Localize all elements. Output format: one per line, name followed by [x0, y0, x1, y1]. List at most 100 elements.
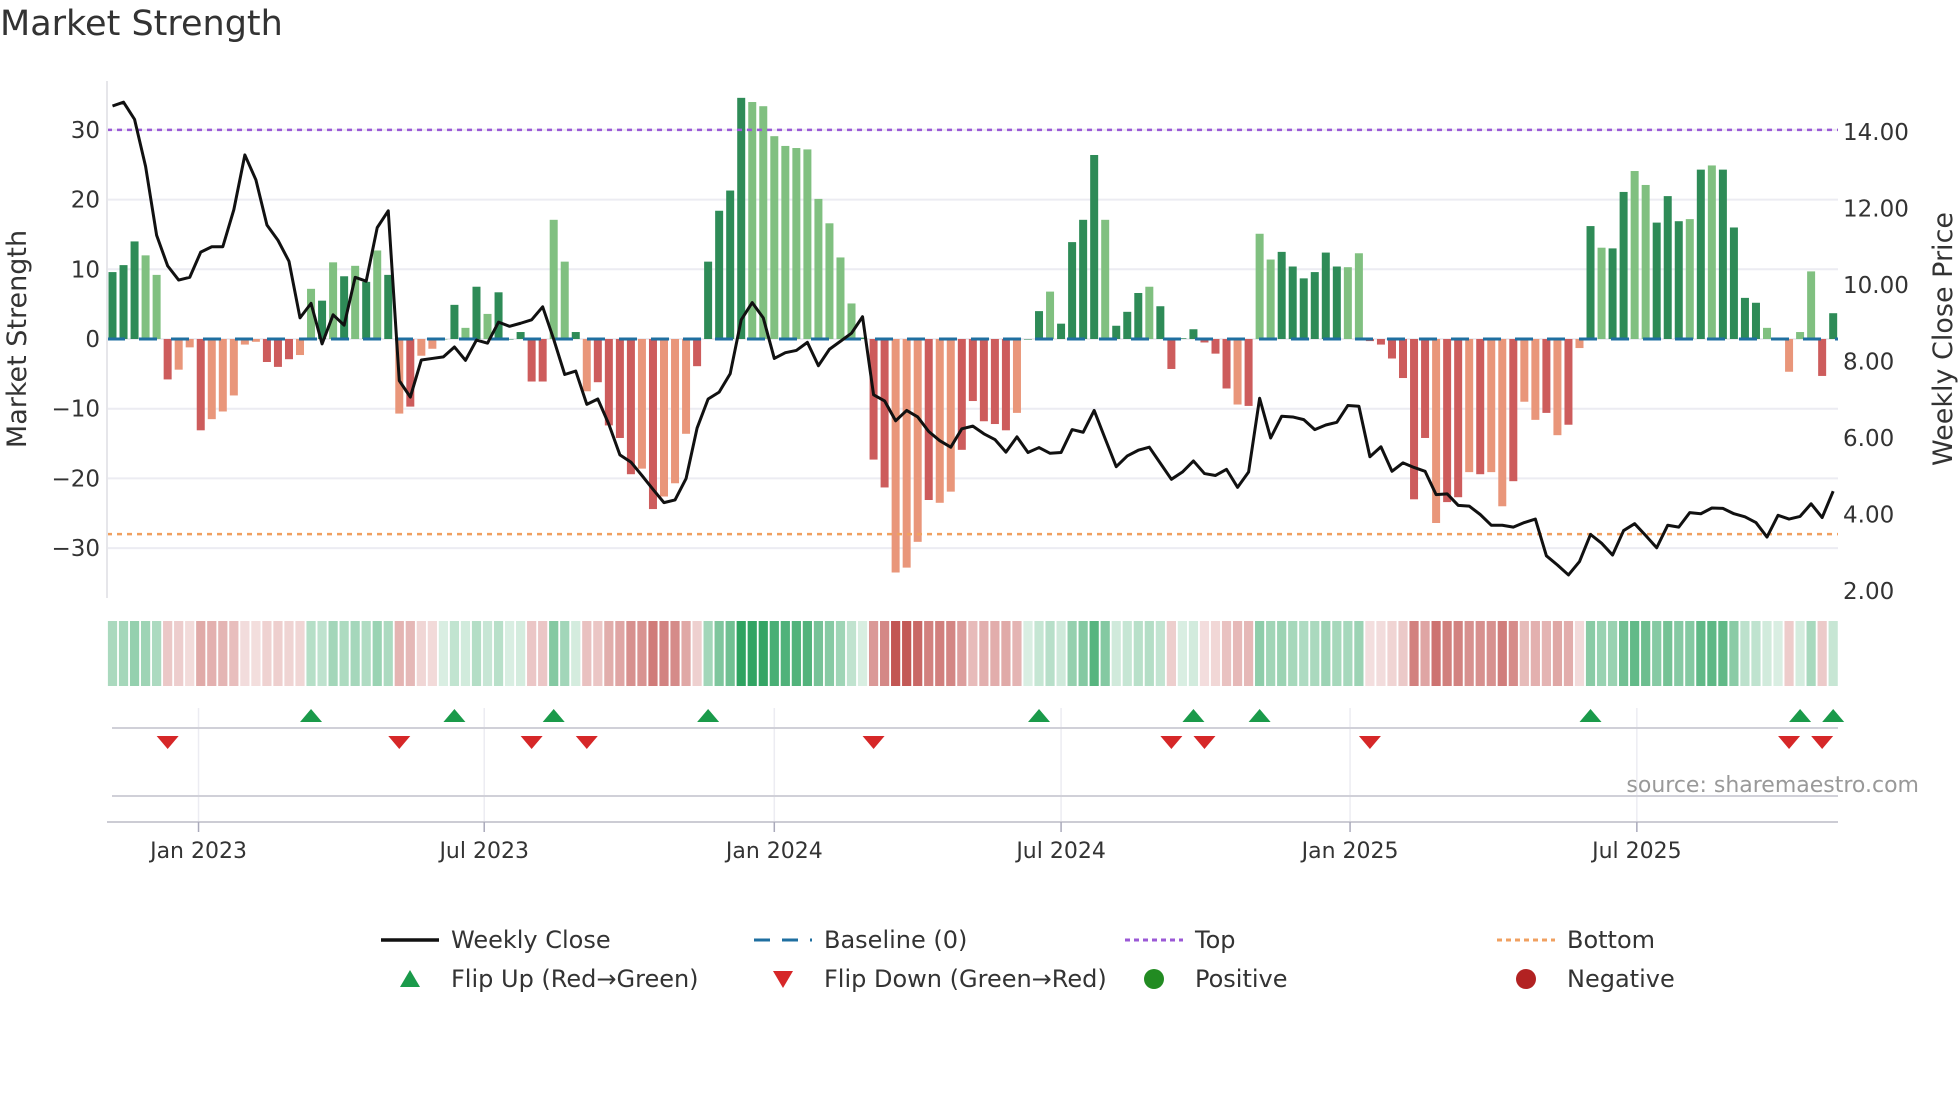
strength-bar	[781, 145, 790, 339]
strength-bar	[1211, 339, 1220, 354]
strength-bar	[737, 97, 746, 339]
legend-label: Baseline (0)	[824, 926, 967, 954]
heat-cell	[493, 621, 504, 686]
y2-tick-label: 14.00	[1843, 120, 1909, 146]
strength-bar	[880, 339, 889, 488]
heat-cell	[593, 621, 603, 686]
strength-bar	[682, 339, 691, 434]
strength-bar	[1630, 171, 1639, 339]
strength-bar	[1619, 191, 1628, 339]
strength-bar	[384, 274, 393, 339]
strength-bar	[1763, 327, 1771, 339]
strength-bar	[141, 255, 150, 339]
strength-bar	[593, 339, 602, 383]
heat-cell	[1431, 621, 1441, 686]
heat-cell	[1232, 621, 1243, 686]
strength-bar	[626, 339, 635, 475]
heat-cell	[846, 621, 857, 686]
heat-cell	[107, 621, 118, 686]
strength-bar	[1023, 339, 1032, 340]
heat-cell	[460, 621, 471, 686]
strength-bar	[946, 339, 955, 492]
x-tick-label: Jul 2023	[437, 839, 529, 864]
heat-cell	[1729, 621, 1739, 686]
heat-cell	[1321, 621, 1331, 686]
heat-cell	[824, 621, 835, 686]
legend-label: Positive	[1195, 965, 1288, 993]
strength-bar	[1123, 311, 1132, 339]
heat-cell	[769, 621, 779, 686]
strength-bar	[174, 339, 183, 370]
heat-cell	[174, 621, 184, 686]
heat-cell	[129, 621, 140, 686]
heat-cell	[372, 621, 382, 686]
strength-bar	[1663, 196, 1672, 339]
strength-bar	[671, 339, 680, 484]
heat-cell	[262, 621, 272, 686]
heat-cell	[1497, 621, 1507, 686]
heat-cell	[1619, 621, 1629, 686]
strength-bar	[1520, 339, 1529, 402]
heat-cell	[1288, 621, 1298, 686]
strength-bar	[1090, 154, 1099, 339]
strength-bar	[1343, 267, 1352, 339]
strength-bar	[273, 339, 282, 367]
strength-bar	[803, 149, 812, 339]
heat-cell	[670, 621, 680, 686]
strength-bar	[1046, 291, 1055, 339]
strength-bar	[527, 339, 536, 382]
heat-cell	[582, 621, 592, 686]
heat-cell	[449, 621, 460, 686]
strength-bar	[990, 339, 999, 425]
flip-down-marker	[575, 736, 598, 749]
heat-cell	[1332, 621, 1342, 686]
strength-bar	[1553, 339, 1562, 436]
heat-cell	[504, 621, 515, 686]
strength-bar	[770, 136, 779, 339]
legend-item: Bottom	[1497, 926, 1655, 954]
heat-cell	[571, 621, 581, 686]
strength-bar	[1829, 313, 1838, 339]
heat-cell	[1464, 621, 1474, 686]
heat-cell	[1519, 621, 1529, 686]
strength-bar	[108, 272, 117, 339]
strength-bar	[1376, 339, 1385, 345]
heat-cell	[516, 621, 526, 686]
strength-bar	[582, 339, 591, 392]
heat-cell	[615, 621, 625, 686]
y-tick-label: −10	[51, 397, 100, 423]
heat-cell	[1409, 621, 1419, 686]
strength-bar	[1586, 226, 1595, 339]
legend-item: Baseline (0)	[754, 926, 967, 954]
flip-down-marker	[156, 736, 179, 749]
heat-cell	[857, 621, 868, 686]
flip-up-marker	[1579, 709, 1602, 722]
strength-bar	[637, 339, 646, 469]
strength-bar	[693, 339, 702, 367]
heat-cell	[1541, 621, 1551, 686]
y-tick-label: 20	[71, 188, 100, 214]
heat-cell	[1596, 621, 1607, 686]
heat-cell	[692, 621, 702, 686]
heat-cell	[1078, 621, 1088, 686]
strength-bar	[1685, 219, 1694, 339]
strength-bar	[560, 261, 569, 339]
heat-cell	[140, 621, 151, 686]
y2-tick-label: 10.00	[1843, 273, 1909, 299]
strength-bar	[1564, 339, 1573, 425]
strength-bar	[450, 304, 459, 339]
strength-bar	[1101, 219, 1110, 339]
y2-tick-label: 2.00	[1843, 579, 1894, 605]
heat-cell	[317, 621, 327, 686]
y-tick-label: −30	[51, 536, 100, 562]
heat-cell	[1354, 621, 1364, 686]
heat-cell	[163, 621, 173, 686]
strength-bar	[130, 241, 139, 339]
strength-bar	[296, 339, 305, 356]
heat-cell	[1663, 621, 1673, 686]
legend-label: Flip Up (Red→Green)	[451, 965, 699, 993]
heat-cell	[1453, 621, 1463, 686]
heat-cell	[913, 621, 923, 686]
flip-down-marker	[862, 736, 885, 749]
flip-down-marker	[1811, 736, 1834, 749]
